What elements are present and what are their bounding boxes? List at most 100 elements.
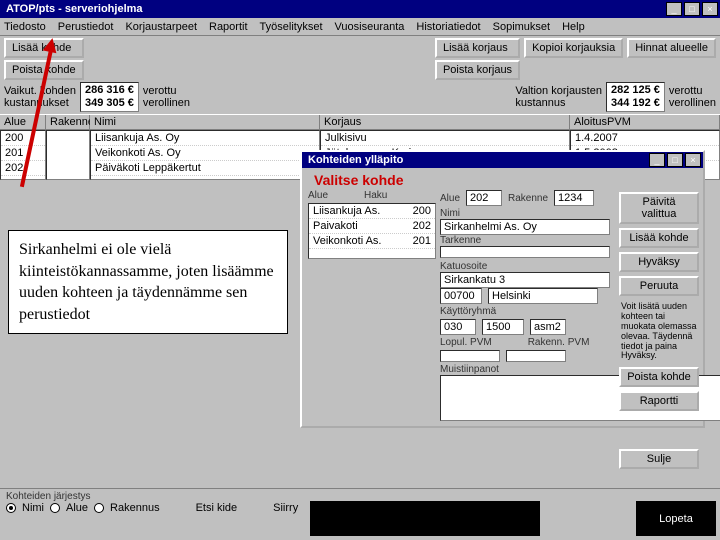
katuos-field[interactable]: Sirkankatu 3 [440, 272, 610, 288]
right-cost-1: 282 125 € [611, 84, 660, 97]
menu-sopimukset[interactable]: Sopimukset [493, 21, 550, 33]
list-item[interactable]: 201 [1, 146, 45, 161]
list-item[interactable]: Veikonkoti As. Oy [91, 146, 319, 161]
verottu-label-r: verottu [669, 85, 716, 97]
right-cost-2: 344 192 € [611, 97, 660, 110]
list-item[interactable]: Päiväkoti Leppäkertut [91, 161, 319, 176]
menu-help[interactable]: Help [562, 21, 585, 33]
hdr-aloitus[interactable]: AloitusPVM [570, 115, 720, 129]
list-item[interactable]: Veikonkoti As. [313, 235, 382, 247]
nimi-field[interactable]: Sirkanhelmi As. Oy [440, 219, 610, 235]
left-cost-2: 349 305 € [85, 97, 134, 110]
rak-list[interactable] [46, 130, 90, 180]
right-costs: 282 125 € 344 192 € [606, 82, 665, 112]
postinro-field[interactable]: 00700 [440, 288, 482, 304]
tarkenne-field[interactable] [440, 246, 610, 258]
verollinen-label: verollinen [143, 97, 190, 109]
verollinen-label-r: verollinen [669, 97, 716, 109]
toolbar-row: Lisää kohde Poista kohde Lisää korjaus P… [0, 36, 720, 82]
raportti-button[interactable]: Raportti [619, 391, 699, 411]
menu-tiedosto[interactable]: Tiedosto [4, 21, 46, 33]
lopulpvm-label: Lopul. PVM [440, 337, 492, 348]
main-titlebar: ATOP/pts - serveriohjelma _ □ × [0, 0, 720, 18]
alue-field[interactable]: 202 [466, 190, 502, 206]
close-button[interactable]: × [702, 2, 718, 16]
poista-button[interactable]: Poista kohde [619, 367, 699, 387]
hinnat-button[interactable]: Hinnat alueelle [627, 38, 716, 58]
list-item[interactable]: Paivakoti [313, 220, 358, 232]
subwin-buttons: Päivitä valittua Lisää kohde Hyväksy Per… [619, 192, 699, 469]
left-costs: 286 316 € 349 305 € [80, 82, 139, 112]
alue-label: Alue [440, 193, 460, 204]
menu-raportit[interactable]: Raportit [209, 21, 248, 33]
subwin-close[interactable]: × [685, 153, 701, 167]
list-item[interactable]: Liisankuja As. [313, 205, 380, 217]
subwin-titlebar: Kohteiden ylläpito _ □ × [302, 152, 703, 168]
radio-nimi-label: Nimi [22, 502, 44, 514]
radio-nimi[interactable] [6, 503, 16, 513]
list-item[interactable]: 200 [1, 131, 45, 146]
menu-vuosiseuranta[interactable]: Vuosiseuranta [335, 21, 405, 33]
left-cost-1: 286 316 € [85, 84, 134, 97]
hdr-korjaus[interactable]: Korjaus [320, 115, 570, 129]
list-item[interactable]: 1.4.2007 [571, 131, 719, 146]
cost-row: Vaikut. kohden kustannukset 286 316 € 34… [0, 82, 720, 114]
sulje-button[interactable]: Sulje [619, 449, 699, 469]
radio-rakennus-label: Rakennus [110, 502, 160, 514]
annotation-arrowhead [43, 37, 60, 54]
vero-labels-left: verottu verollinen [143, 85, 190, 109]
rakennpvm-field[interactable] [506, 350, 566, 362]
hdr-nimi[interactable]: Nimi [90, 115, 320, 129]
rakenne-field[interactable]: 1234 [554, 190, 594, 206]
kohteiden-yllapito-window: Kohteiden ylläpito _ □ × Valitse kohde A… [300, 150, 705, 428]
main-title: ATOP/pts - serveriohjelma [2, 3, 666, 15]
subwin-title: Kohteiden ylläpito [304, 154, 649, 166]
sub-kohde-list[interactable]: Liisankuja As.200 Paivakoti202 Veikonkot… [308, 203, 436, 259]
hyvaksy-button[interactable]: Hyväksy [619, 252, 699, 272]
sub-alue-label: Alue [308, 190, 328, 201]
huoneala-unit[interactable]: asm2 [530, 319, 566, 335]
hdr-alue[interactable]: Alue [0, 115, 46, 129]
menu-perustiedot[interactable]: Perustiedot [58, 21, 114, 33]
radio-rakennus[interactable] [94, 503, 104, 513]
bottom-bar: Kohteiden järjestys Nimi Alue Rakennus E… [0, 488, 720, 540]
verottu-label: verottu [143, 85, 190, 97]
huoneala-field[interactable]: 1500 [482, 319, 524, 335]
subwin-minimize[interactable]: _ [649, 153, 665, 167]
sub-haku-label: Haku [364, 190, 387, 201]
list-item[interactable]: Liisankuja As. Oy [91, 131, 319, 146]
paivita-button[interactable]: Päivitä valittua [619, 192, 699, 224]
minimize-button[interactable]: _ [666, 2, 682, 16]
lopeta-button[interactable]: Lopeta [636, 501, 716, 536]
valtion-label: Valtion korjausten kustannus [515, 85, 602, 109]
peruuta-button[interactable]: Peruuta [619, 276, 699, 296]
column-headers: Alue Rakenne Nimi Korjaus AloitusPVM [0, 114, 720, 130]
lopulpvm-field[interactable] [440, 350, 500, 362]
radio-alue-label: Alue [66, 502, 88, 514]
kayttoryhm-label: Käyttöryhmä [440, 306, 496, 317]
maximize-button[interactable]: □ [684, 2, 700, 16]
kaupunki-field[interactable]: Helsinki [488, 288, 598, 304]
poista-korjaus-button[interactable]: Poista korjaus [435, 60, 520, 80]
valitse-kohde-heading: Valitse kohde [304, 170, 701, 190]
hdr-rakenne[interactable]: Rakenne [46, 115, 90, 129]
kopioi-button[interactable]: Kopioi korjauksia [524, 38, 623, 58]
lisaa-kohde-sub-button[interactable]: Lisää kohde [619, 228, 699, 248]
rakenne-label: Rakenne [508, 193, 548, 204]
radio-alue[interactable] [50, 503, 60, 513]
subwin-maximize[interactable]: □ [667, 153, 683, 167]
menubar: Tiedosto Perustiedot Korjaustarpeet Rapo… [0, 18, 720, 36]
kayttoryhm-field[interactable]: 030 [440, 319, 476, 335]
menu-historiatiedot[interactable]: Historiatiedot [416, 21, 480, 33]
menu-korjaustarpeet[interactable]: Korjaustarpeet [125, 21, 197, 33]
callout-text: Sirkanhelmi ei ole vielä kiinteistökanna… [8, 230, 288, 334]
window-buttons: _ □ × [666, 2, 718, 16]
menu-tyoselitykset[interactable]: Työselitykset [260, 21, 323, 33]
name-list[interactable]: Liisankuja As. Oy Veikonkoti As. Oy Päiv… [90, 130, 320, 180]
vero-labels-right: verottu verollinen [669, 85, 716, 109]
bottom-black-bar [310, 501, 540, 536]
etsikide-label: Etsi kide [196, 502, 238, 514]
list-item[interactable]: Julkisivu [321, 131, 569, 146]
subwin-note: Voit lisätä uuden kohteen tai muokata ol… [619, 300, 699, 363]
lisaa-korjaus-button[interactable]: Lisää korjaus [435, 38, 520, 58]
